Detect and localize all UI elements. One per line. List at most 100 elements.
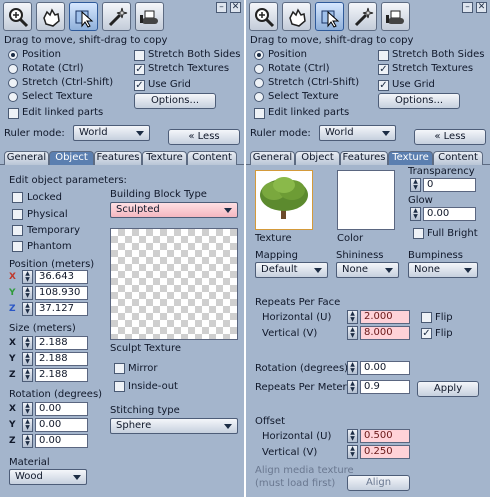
horizontal-u-spinner[interactable]: ▲ ▼ [347, 310, 358, 324]
size-y-input[interactable]: 2.188 [35, 352, 88, 366]
use-grid-checkbox-2[interactable]: ✓ [378, 80, 389, 91]
temporary-checkbox[interactable] [12, 225, 23, 236]
building-block-type-dropdown[interactable]: Sculpted [110, 202, 238, 218]
stretch-radio[interactable] [8, 78, 18, 88]
flip-v-checkbox[interactable]: ✓ [421, 328, 432, 339]
apply-button[interactable]: Apply [417, 381, 479, 397]
size-x-input[interactable]: 2.188 [35, 336, 88, 350]
options-button[interactable]: Options... [134, 93, 216, 109]
position-radio[interactable] [8, 50, 18, 60]
physical-checkbox[interactable] [12, 209, 23, 220]
tab-object[interactable]: Object [49, 151, 94, 165]
align-button[interactable]: Align [347, 475, 410, 491]
rotation-z-spinner[interactable]: ▲ ▼ [22, 434, 33, 448]
offset-vertical-spinner[interactable]: ▲ ▼ [347, 445, 358, 459]
stretch-textures-checkbox[interactable]: ✓ [134, 64, 145, 75]
land-tool-button[interactable] [135, 2, 164, 31]
position-x-input[interactable]: 36.643 [35, 270, 88, 284]
tab-content[interactable]: Content [187, 151, 237, 165]
rotate-radio[interactable] [8, 64, 18, 74]
close-button[interactable]: ✕ [230, 2, 241, 13]
phantom-checkbox[interactable] [12, 241, 23, 252]
less-button-2[interactable]: « Less [414, 129, 486, 145]
offset-horizontal-spinner[interactable]: ▲ ▼ [347, 429, 358, 443]
sculpt-texture-swatch[interactable] [110, 228, 238, 340]
tab-texture[interactable]: Texture [142, 151, 187, 165]
options-button-2[interactable]: Options... [378, 93, 460, 109]
position-z-spinner[interactable]: ▲ ▼ [22, 302, 33, 316]
size-z-spinner[interactable]: ▲ ▼ [22, 368, 33, 382]
full-bright-checkbox[interactable] [413, 228, 424, 239]
minimize-button[interactable]: – [216, 2, 227, 13]
tab-general[interactable]: General [4, 151, 49, 165]
locked-checkbox[interactable] [12, 192, 23, 203]
grab-tool-button-2[interactable] [282, 2, 311, 31]
zoom-tool-button[interactable] [3, 2, 32, 31]
less-button[interactable]: « Less [168, 129, 240, 145]
transparency-input[interactable]: 0 [423, 178, 476, 192]
vertical-v-input[interactable]: 8.000 [360, 326, 410, 340]
size-z-input[interactable]: 2.188 [35, 368, 88, 382]
material-dropdown[interactable]: Wood [9, 469, 87, 485]
close-button-2[interactable]: ✕ [476, 2, 487, 13]
stretch-textures-checkbox-2[interactable]: ✓ [378, 64, 389, 75]
position-z-input[interactable]: 37.127 [35, 302, 88, 316]
create-tool-button-2[interactable] [348, 2, 377, 31]
edit-linked-parts-checkbox-2[interactable] [254, 108, 265, 119]
stretch-both-sides-checkbox-2[interactable] [378, 50, 389, 61]
select-tool-button[interactable] [69, 2, 98, 31]
land-tool-button-2[interactable] [381, 2, 410, 31]
glow-input[interactable]: 0.00 [423, 207, 476, 221]
rotation-y-spinner[interactable]: ▲ ▼ [22, 418, 33, 432]
size-y-spinner[interactable]: ▲ ▼ [22, 352, 33, 366]
tab-features-2[interactable]: Features [340, 151, 388, 165]
shininess-dropdown[interactable]: None [336, 262, 399, 278]
mirror-checkbox[interactable] [114, 363, 125, 374]
stitching-type-dropdown[interactable]: Sphere [110, 418, 238, 434]
vertical-v-spinner[interactable]: ▲ ▼ [347, 326, 358, 340]
transparency-spinner[interactable]: ▲ ▼ [410, 178, 421, 192]
texture-swatch[interactable] [255, 170, 313, 230]
mapping-dropdown[interactable]: Default [255, 262, 328, 278]
horizontal-u-input[interactable]: 2.000 [360, 310, 410, 324]
rotation-x-input[interactable]: 0.00 [35, 402, 88, 416]
create-tool-button[interactable] [102, 2, 131, 31]
select-texture-radio[interactable] [8, 92, 18, 102]
zoom-tool-button-2[interactable] [249, 2, 278, 31]
position-y-spinner[interactable]: ▲ ▼ [22, 286, 33, 300]
select-tool-button-2[interactable] [315, 2, 344, 31]
offset-vertical-input[interactable]: 0.250 [360, 445, 410, 459]
edit-linked-parts-checkbox[interactable] [8, 108, 19, 119]
tab-features[interactable]: Features [94, 151, 142, 165]
tab-content-2[interactable]: Content [433, 151, 483, 165]
glow-spinner[interactable]: ▲ ▼ [410, 207, 421, 221]
repeats-per-meter-spinner[interactable]: ▲ ▼ [347, 380, 358, 394]
stretch-both-sides-checkbox[interactable] [134, 50, 145, 61]
size-x-spinner[interactable]: ▲ ▼ [22, 336, 33, 350]
inside-out-checkbox[interactable] [114, 381, 125, 392]
tab-general-2[interactable]: General [250, 151, 295, 165]
rotation-x-spinner[interactable]: ▲ ▼ [22, 402, 33, 416]
color-swatch[interactable] [337, 170, 395, 230]
offset-horizontal-input[interactable]: 0.500 [360, 429, 410, 443]
grab-tool-button[interactable] [36, 2, 65, 31]
select-texture-radio-2[interactable] [254, 92, 264, 102]
bumpiness-dropdown[interactable]: None [408, 262, 478, 278]
rotate-radio-2[interactable] [254, 64, 264, 74]
position-radio-2[interactable] [254, 50, 264, 60]
use-grid-checkbox[interactable]: ✓ [134, 80, 145, 91]
rotation-z-input[interactable]: 0.00 [35, 434, 88, 448]
texture-rotation-spinner[interactable]: ▲ ▼ [347, 361, 358, 375]
ruler-mode-dropdown[interactable]: World [73, 125, 150, 141]
rotation-y-input[interactable]: 0.00 [35, 418, 88, 432]
position-x-spinner[interactable]: ▲ ▼ [22, 270, 33, 284]
stretch-radio-2[interactable] [254, 78, 264, 88]
tab-texture-2[interactable]: Texture [388, 151, 433, 165]
texture-rotation-input[interactable]: 0.00 [360, 361, 410, 375]
ruler-mode-dropdown-2[interactable]: World [319, 125, 396, 141]
minimize-button-2[interactable]: – [462, 2, 473, 13]
position-y-input[interactable]: 108.930 [35, 286, 88, 300]
repeats-per-meter-input[interactable]: 0.9 [360, 380, 410, 394]
tab-object-2[interactable]: Object [295, 151, 340, 165]
flip-u-checkbox[interactable] [421, 312, 432, 323]
